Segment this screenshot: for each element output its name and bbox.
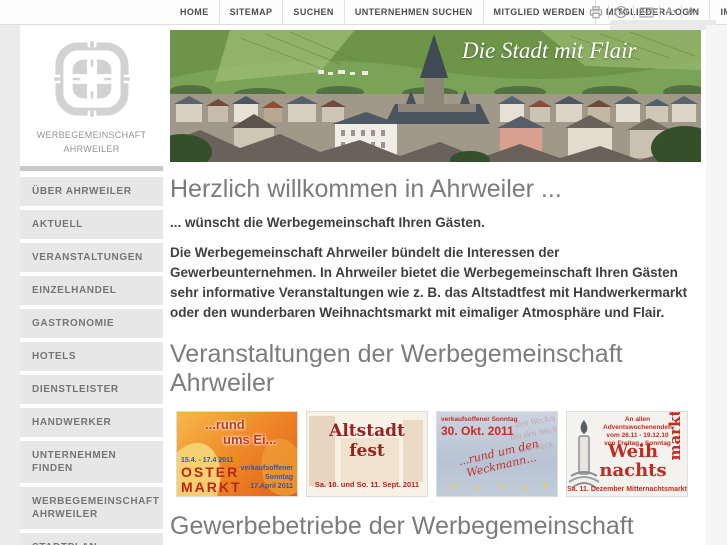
ostermarkt-note: verkaufsoffener Sonntag 17.April 2011 (240, 464, 293, 490)
weihnachtsmarkt-title: Weih nachts (599, 440, 667, 481)
sidebar-item-stadtplan[interactable]: STADTPLAN (20, 533, 163, 545)
nav-home[interactable]: HOME (170, 0, 219, 24)
sidebar: WERBEGEMEINSCHAFT AHRWEILER ÜBER AHRWEIL… (20, 25, 163, 545)
weckmann-script-title: ...rund um den Weckmann... (457, 436, 540, 480)
font-smaller-icon[interactable]: A ▾ (659, 5, 681, 19)
sidebar-item-werbegemeinschaft-ahrweiler[interactable]: WERBEGEMEINSCHAFT AHRWEILER (20, 487, 163, 529)
nav-sitemap[interactable]: SITEMAP (218, 0, 283, 24)
candle-drop (543, 481, 548, 490)
sidebar-item-einzelhandel[interactable]: EINZELHANDEL (20, 276, 163, 305)
intro-paragraph: Die Werbegemeinschaft Ahrweiler bündelt … (170, 244, 688, 321)
weckmann-date: 30. Okt. 2011 (441, 423, 514, 438)
banner-weckmann[interactable]: den Weckm um den Weck den Weck verkaufso… (436, 410, 558, 497)
print-icon[interactable] (584, 5, 608, 19)
email-icon[interactable] (633, 5, 659, 19)
sidebar-item-unternehmen-finden[interactable]: UNTERNEHMEN FINDEN (20, 441, 163, 483)
candle-drop (523, 483, 528, 492)
altstadtfest-dates: Sa. 10. und So. 11. Sept. 2011 (314, 479, 420, 489)
sidebar-item-veranstaltungen[interactable]: VERANSTALTUNGEN (20, 243, 163, 272)
weckmann-note: verkaufsoffener Sonntag (441, 415, 518, 423)
weihnachtsmarkt-title-side: markt (666, 410, 684, 460)
toolbar-tray (610, 20, 716, 30)
nav-unternehmen-suchen[interactable]: UNTERNEHMEN SUCHEN (343, 0, 483, 24)
event-banner-row: ...rund ums Ei... 15.4. - 17.4 2011 OSTE… (170, 410, 701, 497)
header-photo: Die Stadt mit Flair (170, 30, 701, 162)
site-logo[interactable]: WERBEGEMEINSCHAFT AHRWEILER (20, 25, 163, 166)
menu-top-divider (20, 166, 163, 171)
sidebar-item-dienstleister[interactable]: DIENSTLEISTER (20, 375, 163, 404)
sidebar-item-handwerker[interactable]: HANDWERKER (20, 408, 163, 437)
page-root: HOME SITEMAP SUCHEN UNTERNEHMEN SUCHEN M… (0, 0, 727, 545)
font-larger-icon[interactable]: A ▴ (681, 5, 703, 19)
events-title: Veranstaltungen der Werbegemeinschaft Ah… (170, 339, 623, 398)
sidebar-item-aktuell[interactable]: AKTUELL (20, 210, 163, 239)
bookmark-icon[interactable] (608, 5, 633, 19)
sidebar-item-gastronomie[interactable]: GASTRONOMIE (20, 309, 163, 338)
top-bar: HOME SITEMAP SUCHEN UNTERNEHMEN SUCHEN M… (0, 0, 727, 30)
ostermarkt-tagline-1: ...rund (205, 416, 245, 432)
nav-suchen[interactable]: SUCHEN (282, 0, 343, 24)
candle-drop (451, 481, 456, 490)
left-gutter (0, 25, 20, 545)
nav-mitglied-werden[interactable]: MITGLIED WERDEN (482, 0, 596, 24)
sidebar-item-ueber-ahrweiler[interactable]: ÜBER AHRWEILER (20, 177, 163, 206)
logo-caption: WERBEGEMEINSCHAFT AHRWEILER (36, 130, 147, 154)
ahrweiler-gate-logo-icon (52, 40, 131, 118)
banner-ostermarkt[interactable]: ...rund ums Ei... 15.4. - 17.4 2011 OSTE… (176, 410, 298, 497)
sidebar-item-hotels[interactable]: HOTELS (20, 342, 163, 371)
right-gutter (706, 25, 727, 545)
ostermarkt-tagline-2: ums Ei... (223, 431, 277, 447)
main-content: Die Stadt mit Flair Herzlich willkommen … (170, 30, 701, 545)
ostermarkt-dates: 15.4. - 17.4 2011 (181, 456, 234, 464)
welcome-subtitle: ... wünscht die Werbegemeinschaft Ihren … (170, 214, 485, 230)
candle-drop (475, 483, 480, 492)
site-tagline: Die Stadt mit Flair (462, 38, 637, 63)
candle-drop (499, 481, 504, 490)
welcome-title: Herzlich willkommen in Ahrweiler ... (170, 175, 562, 203)
businesses-title: Gewerbebetriebe der Werbegemeinschaft Ah… (170, 511, 634, 545)
ostermarkt-title: OSTER MARKT (181, 463, 242, 495)
altstadtfest-title: Altstadt fest (329, 420, 405, 461)
weihnachtsmarkt-footer: Sa. 11. Dezember Mitternachtsmarkt (567, 485, 687, 493)
banner-weihnachtsmarkt[interactable]: An allen Adventswochenenden vom 26.11 - … (566, 410, 688, 497)
banner-altstadtfest[interactable]: Altstadt fest Sa. 10. und So. 11. Sept. … (306, 410, 428, 497)
